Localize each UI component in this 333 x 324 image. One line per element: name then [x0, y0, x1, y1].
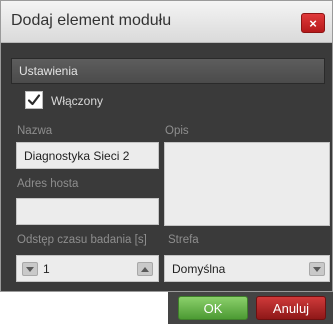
checkmark-icon: [27, 94, 41, 106]
description-label: Opis: [165, 125, 189, 137]
enabled-label: Włączony: [51, 94, 104, 108]
enabled-checkbox[interactable]: [25, 91, 43, 109]
chevron-down-icon: [313, 266, 321, 272]
cancel-button[interactable]: Anuluj: [256, 296, 326, 320]
triangle-down-icon: [26, 266, 34, 272]
host-address-label: Adres hosta: [17, 178, 79, 190]
dialog-footer: OK Anuluj: [168, 292, 333, 324]
host-address-input[interactable]: [16, 198, 159, 225]
settings-section-header[interactable]: Ustawienia: [11, 58, 325, 84]
zone-dropdown-button[interactable]: [309, 262, 325, 276]
name-label: Nazwa: [17, 125, 53, 137]
decrement-button[interactable]: [22, 262, 38, 276]
description-textarea[interactable]: [164, 142, 330, 226]
zone-select[interactable]: Domyślna: [164, 255, 330, 282]
zone-value: Domyślna: [172, 261, 226, 276]
increment-button[interactable]: [137, 262, 153, 276]
close-button[interactable]: ×: [301, 13, 325, 33]
check-interval-value: 1: [43, 261, 50, 276]
ok-button[interactable]: OK: [178, 296, 248, 320]
name-value: Diagnostyka Sieci 2: [24, 148, 130, 163]
close-icon: ×: [309, 15, 317, 31]
triangle-up-icon: [141, 266, 149, 272]
check-interval-label: Odstęp czasu badania [s]: [17, 234, 147, 246]
add-module-element-dialog: Dodaj element modułu × Ustawienia Włączo…: [0, 0, 333, 292]
dialog-title: Dodaj element modułu: [11, 12, 172, 29]
zone-label: Strefa: [168, 234, 199, 246]
name-input[interactable]: Diagnostyka Sieci 2: [16, 142, 159, 169]
check-interval-stepper[interactable]: 1: [16, 255, 159, 282]
settings-section-label: Ustawienia: [19, 64, 78, 78]
dialog-titlebar[interactable]: Dodaj element modułu ×: [1, 1, 332, 43]
